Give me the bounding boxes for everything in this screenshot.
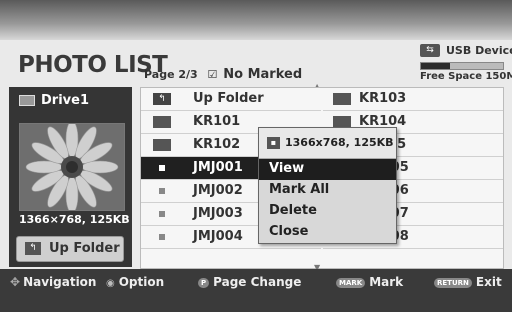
help-navigation: ✥ Navigation bbox=[10, 275, 96, 289]
menu-item-mark-all[interactable]: Mark All bbox=[259, 180, 396, 201]
popup-header: ▪ 1366x768, 125KB bbox=[259, 128, 396, 159]
page-info: Page 2/3 ☑ No Marked bbox=[144, 67, 302, 82]
help-option: ◉ Option bbox=[100, 275, 164, 289]
help-bar: ✥ Navigation ◉ Option P Page Change MARK Mar… bbox=[0, 269, 512, 312]
page-indicator: Page 2/3 bbox=[144, 68, 198, 81]
photo-file-icon bbox=[159, 165, 165, 171]
help-page-change: P Page Change bbox=[198, 275, 301, 289]
menu-item-mark-all-label: Mark All bbox=[269, 182, 330, 197]
menu-item-delete-label: Delete bbox=[269, 203, 317, 218]
file-list-item-label: JMJ004 bbox=[193, 229, 243, 244]
help-exit: RETURN Exit bbox=[434, 275, 502, 289]
file-list-item-label: JMJ002 bbox=[193, 183, 243, 198]
free-space-bar bbox=[420, 62, 504, 70]
menu-item-close-label: Close bbox=[269, 224, 309, 239]
file-list-item-label: KR101 bbox=[193, 114, 241, 129]
folder-icon bbox=[153, 116, 171, 128]
check-icon: ☑ bbox=[207, 68, 218, 81]
up-folder-icon: ↰ bbox=[153, 93, 171, 105]
photo-file-icon bbox=[159, 234, 165, 240]
usb-label: USB Device bbox=[446, 44, 512, 57]
photo-file-icon bbox=[159, 211, 165, 217]
file-list-item[interactable]: ↰ Up Folder bbox=[141, 88, 321, 111]
drive-icon bbox=[19, 95, 35, 106]
up-folder-button[interactable]: ↰ Up Folder bbox=[16, 236, 124, 262]
preview-resolution: 1366×768, 125KB bbox=[19, 213, 130, 226]
option-icon: ◉ bbox=[106, 278, 115, 289]
menu-item-delete[interactable]: Delete bbox=[259, 201, 396, 222]
return-key-icon: RETURN bbox=[434, 277, 472, 288]
drive-label: Drive1 bbox=[19, 93, 89, 108]
popup-info: 1366x768, 125KB bbox=[285, 136, 394, 149]
page-change-label: Page Change bbox=[213, 275, 302, 289]
mark-key-icon: MARK bbox=[336, 277, 366, 288]
usb-icon: ⇆ bbox=[420, 44, 440, 57]
exit-label: Exit bbox=[475, 275, 502, 289]
menu-item-view-label: View bbox=[269, 161, 305, 176]
free-space-text: Free Space 150MB bbox=[420, 71, 512, 82]
photo-info-icon: ▪ bbox=[267, 137, 280, 149]
up-folder-label: Up Folder bbox=[49, 241, 120, 256]
file-list-item[interactable]: KR103 bbox=[323, 88, 503, 111]
menu-item-close[interactable]: Close bbox=[259, 222, 396, 243]
file-list-item-label: JMJ001 bbox=[193, 160, 243, 175]
option-label: Option bbox=[118, 275, 165, 289]
photo-file-icon bbox=[159, 188, 165, 194]
file-list-item-label: KR103 bbox=[359, 91, 407, 106]
navigation-label: Navigation bbox=[23, 275, 97, 289]
menu-item-view[interactable]: View bbox=[259, 159, 396, 180]
up-folder-icon: ↰ bbox=[25, 242, 41, 255]
mark-label: Mark bbox=[369, 275, 404, 289]
folder-icon bbox=[153, 139, 171, 151]
page-key-icon: P bbox=[198, 277, 210, 288]
file-list-item-label: Up Folder bbox=[193, 91, 264, 106]
photo-list-screen: PHOTO LIST Page 2/3 ☑ No Marked ⇆ USB De… bbox=[0, 0, 512, 312]
folder-icon bbox=[333, 93, 351, 105]
drive-name: Drive1 bbox=[41, 93, 89, 108]
option-popup: ▪ 1366x768, 125KB View Mark All Delete C… bbox=[258, 127, 397, 244]
top-band bbox=[0, 0, 512, 40]
photo-thumbnail bbox=[19, 123, 125, 211]
marked-status: No Marked bbox=[223, 67, 303, 82]
file-list-item-label: JMJ003 bbox=[193, 206, 243, 221]
help-mark: MARK Mark bbox=[336, 275, 403, 289]
free-space-fill bbox=[421, 63, 450, 69]
file-list-item-label: KR102 bbox=[193, 137, 241, 152]
navigation-icon: ✥ bbox=[10, 275, 21, 289]
